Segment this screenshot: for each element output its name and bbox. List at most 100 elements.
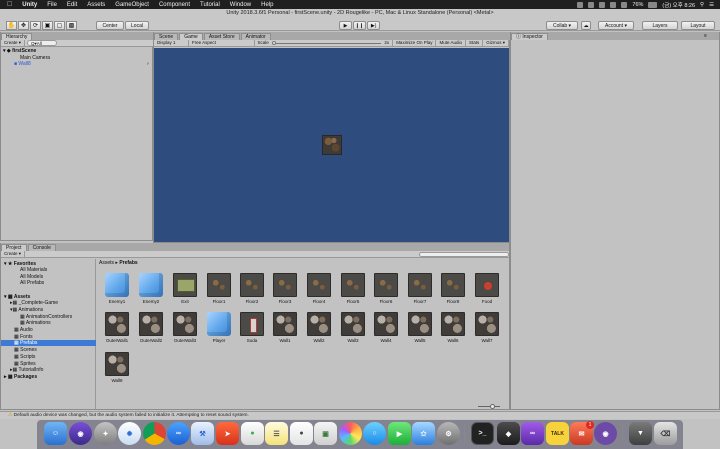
scene-root-item[interactable]: ▾ ◆ firstScene xyxy=(3,48,36,54)
maximize-on-play-toggle[interactable]: Maximize On Play xyxy=(393,40,437,46)
battery-icon[interactable] xyxy=(648,1,658,8)
tab-hierarchy[interactable]: Hierarchy xyxy=(1,33,33,40)
asset-wall7[interactable]: Wall7 xyxy=(472,312,502,344)
project-search-input[interactable] xyxy=(419,251,509,257)
asset-food[interactable]: Food xyxy=(472,273,502,305)
display-dropdown[interactable]: Display 1 xyxy=(154,40,189,46)
panel-menu-icon[interactable]: ≡ xyxy=(704,33,707,39)
folder-tutorialinfo[interactable]: ▸▦ TutorialInfo xyxy=(10,367,43,373)
asset-outerwall2[interactable]: OuterWall2 xyxy=(136,312,166,344)
launchpad-icon[interactable]: ✦ xyxy=(94,422,117,445)
favorite-all-materials[interactable]: All Materials xyxy=(20,267,47,273)
rect-tool-icon[interactable]: ▢ xyxy=(54,21,65,30)
chevron-right-icon[interactable]: › xyxy=(147,61,149,67)
tab-asset-store[interactable]: Asset Store xyxy=(203,33,240,40)
menu-tutorial[interactable]: Tutorial xyxy=(195,2,225,8)
hierarchy-item-wall8[interactable]: ■ Wall8 xyxy=(14,61,31,67)
asset-wall1[interactable]: Wall1 xyxy=(270,312,300,344)
asset-exit[interactable]: Exit xyxy=(170,273,200,305)
menu-unity[interactable]: Unity xyxy=(17,2,42,8)
asset-player[interactable]: Player xyxy=(204,312,234,344)
network-utility-icon[interactable]: ∞ xyxy=(167,422,190,445)
aspect-dropdown[interactable]: Free Aspect xyxy=(189,40,255,46)
asset-floor7[interactable]: Floor7 xyxy=(405,273,435,305)
folder-animations-sub[interactable]: ▦ Animations xyxy=(20,320,51,326)
menu-edit[interactable]: Edit xyxy=(62,2,82,8)
scale-tool-icon[interactable]: ▣ xyxy=(42,21,53,30)
battery-percent[interactable]: 76% xyxy=(632,2,643,8)
tab-game[interactable]: Game xyxy=(179,33,203,40)
menu-window[interactable]: Window xyxy=(225,2,256,8)
step-button[interactable]: ▶| xyxy=(367,21,380,30)
rotate-tool-icon[interactable]: ⟳ xyxy=(30,21,41,30)
tab-console[interactable]: Console xyxy=(27,244,56,251)
tab-inspector[interactable]: ⓘ Inspector xyxy=(511,33,548,40)
folder-scenes[interactable]: ▦ Scenes xyxy=(14,347,37,353)
asset-floor2[interactable]: Floor2 xyxy=(237,273,267,305)
asset-wall2[interactable]: Wall2 xyxy=(304,312,334,344)
trash-icon[interactable]: ⌫ xyxy=(654,422,677,445)
collab-button[interactable]: Collab ▾ xyxy=(546,21,578,30)
asset-floor1[interactable]: Floor1 xyxy=(204,273,234,305)
sketch-icon[interactable]: ➤ xyxy=(216,422,239,445)
asset-floor5[interactable]: Floor5 xyxy=(338,273,368,305)
stats-toggle[interactable]: Stats xyxy=(466,40,484,46)
pause-button[interactable]: ❙❙ xyxy=(353,21,366,30)
scale-slider[interactable] xyxy=(271,40,382,45)
folder-audio[interactable]: ▦ Audio xyxy=(14,327,33,333)
photos-icon[interactable] xyxy=(339,422,362,445)
asset-floor4[interactable]: Floor4 xyxy=(304,273,334,305)
terminal-icon[interactable]: >_ xyxy=(471,422,494,445)
kakaotalk-icon[interactable]: TALK xyxy=(546,422,569,445)
system-preferences-icon[interactable]: ⚙ xyxy=(437,422,460,445)
tab-animator[interactable]: Animator xyxy=(240,33,271,40)
layout-dropdown[interactable]: Layout xyxy=(681,21,715,30)
thumbnail-size-thumb[interactable] xyxy=(490,404,495,409)
cloud-button[interactable]: ☁ xyxy=(581,21,591,30)
gizmos-dropdown[interactable]: Gizmos ▾ xyxy=(483,40,509,46)
asset-wall5[interactable]: Wall5 xyxy=(405,312,435,344)
breadcrumb-prefabs[interactable]: Prefabs xyxy=(119,260,137,266)
breadcrumb-assets[interactable]: Assets xyxy=(99,260,114,266)
asset-wall4[interactable]: Wall4 xyxy=(371,312,401,344)
move-tool-icon[interactable]: ✥ xyxy=(18,21,29,30)
chrome-icon[interactable] xyxy=(143,422,166,445)
asset-enemy2[interactable]: Enemy2 xyxy=(136,273,166,305)
safari-icon[interactable]: ✹ xyxy=(118,422,141,445)
menu-clock[interactable]: (금) 오후 8:26 xyxy=(662,1,695,9)
asset-soda[interactable]: Soda xyxy=(237,312,267,344)
github-desktop-icon[interactable]: ◉ xyxy=(594,422,617,445)
xcode-icon[interactable]: ⚒ xyxy=(191,422,214,445)
expand-triangle-icon[interactable]: ▾ xyxy=(4,261,7,267)
packages-header[interactable]: ▸ ▦ Packages xyxy=(4,374,37,380)
tray-icon[interactable] xyxy=(577,1,584,8)
siri-icon[interactable]: ◉ xyxy=(69,422,92,445)
preview-icon[interactable]: ▣ xyxy=(314,422,337,445)
favorite-all-prefabs[interactable]: All Prefabs xyxy=(20,280,44,286)
menu-assets[interactable]: Assets xyxy=(82,2,110,8)
folder-complete-game[interactable]: ▸▦ _Complete-Game xyxy=(10,300,58,306)
thumbnail-size-slider[interactable] xyxy=(478,404,500,409)
pivot-center-button[interactable]: Center xyxy=(96,21,124,30)
project-create-button[interactable]: Create ▾ xyxy=(1,251,26,257)
asset-wall8[interactable]: Wall8 xyxy=(102,352,132,384)
asset-outerwall1[interactable]: OuterWall1 xyxy=(102,312,132,344)
downloads-stack-icon[interactable]: ▼ xyxy=(629,422,652,445)
expand-triangle-icon[interactable]: ▸ xyxy=(4,374,7,380)
reminders-icon[interactable]: ● xyxy=(290,422,313,445)
asset-wall3[interactable]: Wall3 xyxy=(338,312,368,344)
expand-triangle-icon[interactable]: ▾ xyxy=(4,294,7,300)
expand-triangle-icon[interactable]: ▾ xyxy=(3,48,6,54)
wifi-icon[interactable] xyxy=(610,1,617,8)
layers-dropdown[interactable]: Layers xyxy=(642,21,678,30)
hand-tool-icon[interactable]: ✋ xyxy=(6,21,17,30)
control-center-icon[interactable]: ☰ xyxy=(709,2,714,8)
mute-audio-toggle[interactable]: Mute Audio xyxy=(436,40,466,46)
play-button[interactable]: ▶ xyxy=(339,21,352,30)
asset-outerwall3[interactable]: OuterWall3 xyxy=(170,312,200,344)
find-my-icon[interactable]: ● xyxy=(241,422,264,445)
menu-component[interactable]: Component xyxy=(154,2,195,8)
asset-wall6[interactable]: Wall6 xyxy=(438,312,468,344)
asset-enemy1[interactable]: Enemy1 xyxy=(102,273,132,305)
facetime-icon[interactable]: ▶ xyxy=(388,422,411,445)
